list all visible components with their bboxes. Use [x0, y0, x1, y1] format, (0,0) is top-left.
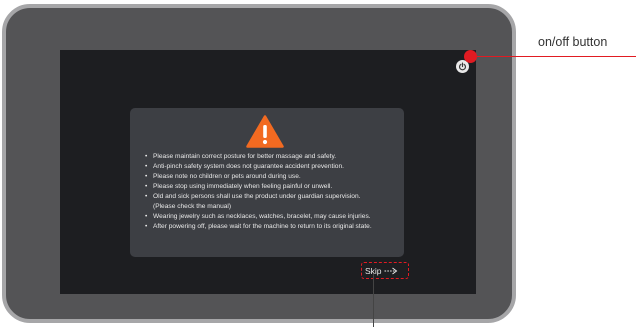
notice-item: • Please stop using immediately when feel…: [145, 183, 333, 190]
notice-item: • Anti-pinch safety system does not guara…: [145, 163, 344, 170]
power-callout-marker: [464, 50, 477, 63]
skip-button[interactable]: Skip: [365, 264, 398, 277]
power-icon: [458, 62, 467, 71]
warning-triangle-icon: [246, 115, 284, 148]
touch-screen: • Please maintain correct posture for bet…: [60, 50, 476, 294]
power-callout-line: [476, 56, 636, 57]
skip-callout-line: [373, 274, 374, 327]
notice-list: • Please maintain correct posture for bet…: [145, 152, 372, 232]
arrow-right-icon: [384, 267, 397, 274]
notice-item: • Old and sick persons shall use the prod…: [145, 193, 361, 200]
notice-item: • Please maintain correct posture for bet…: [145, 153, 337, 160]
power-callout-label: on/off button: [538, 35, 608, 49]
safety-notice-dialog: • Please maintain correct posture for bet…: [130, 108, 404, 257]
notice-item: • Please note no children or pets around …: [145, 173, 301, 180]
notice-item-note: (Please check the manual): [153, 203, 232, 210]
device-bezel: • Please maintain correct posture for bet…: [2, 4, 516, 323]
notice-item: • After powering off, please wait for the…: [145, 223, 372, 230]
notice-item: • Wearing jewelry such as necklaces, watc…: [145, 213, 371, 220]
